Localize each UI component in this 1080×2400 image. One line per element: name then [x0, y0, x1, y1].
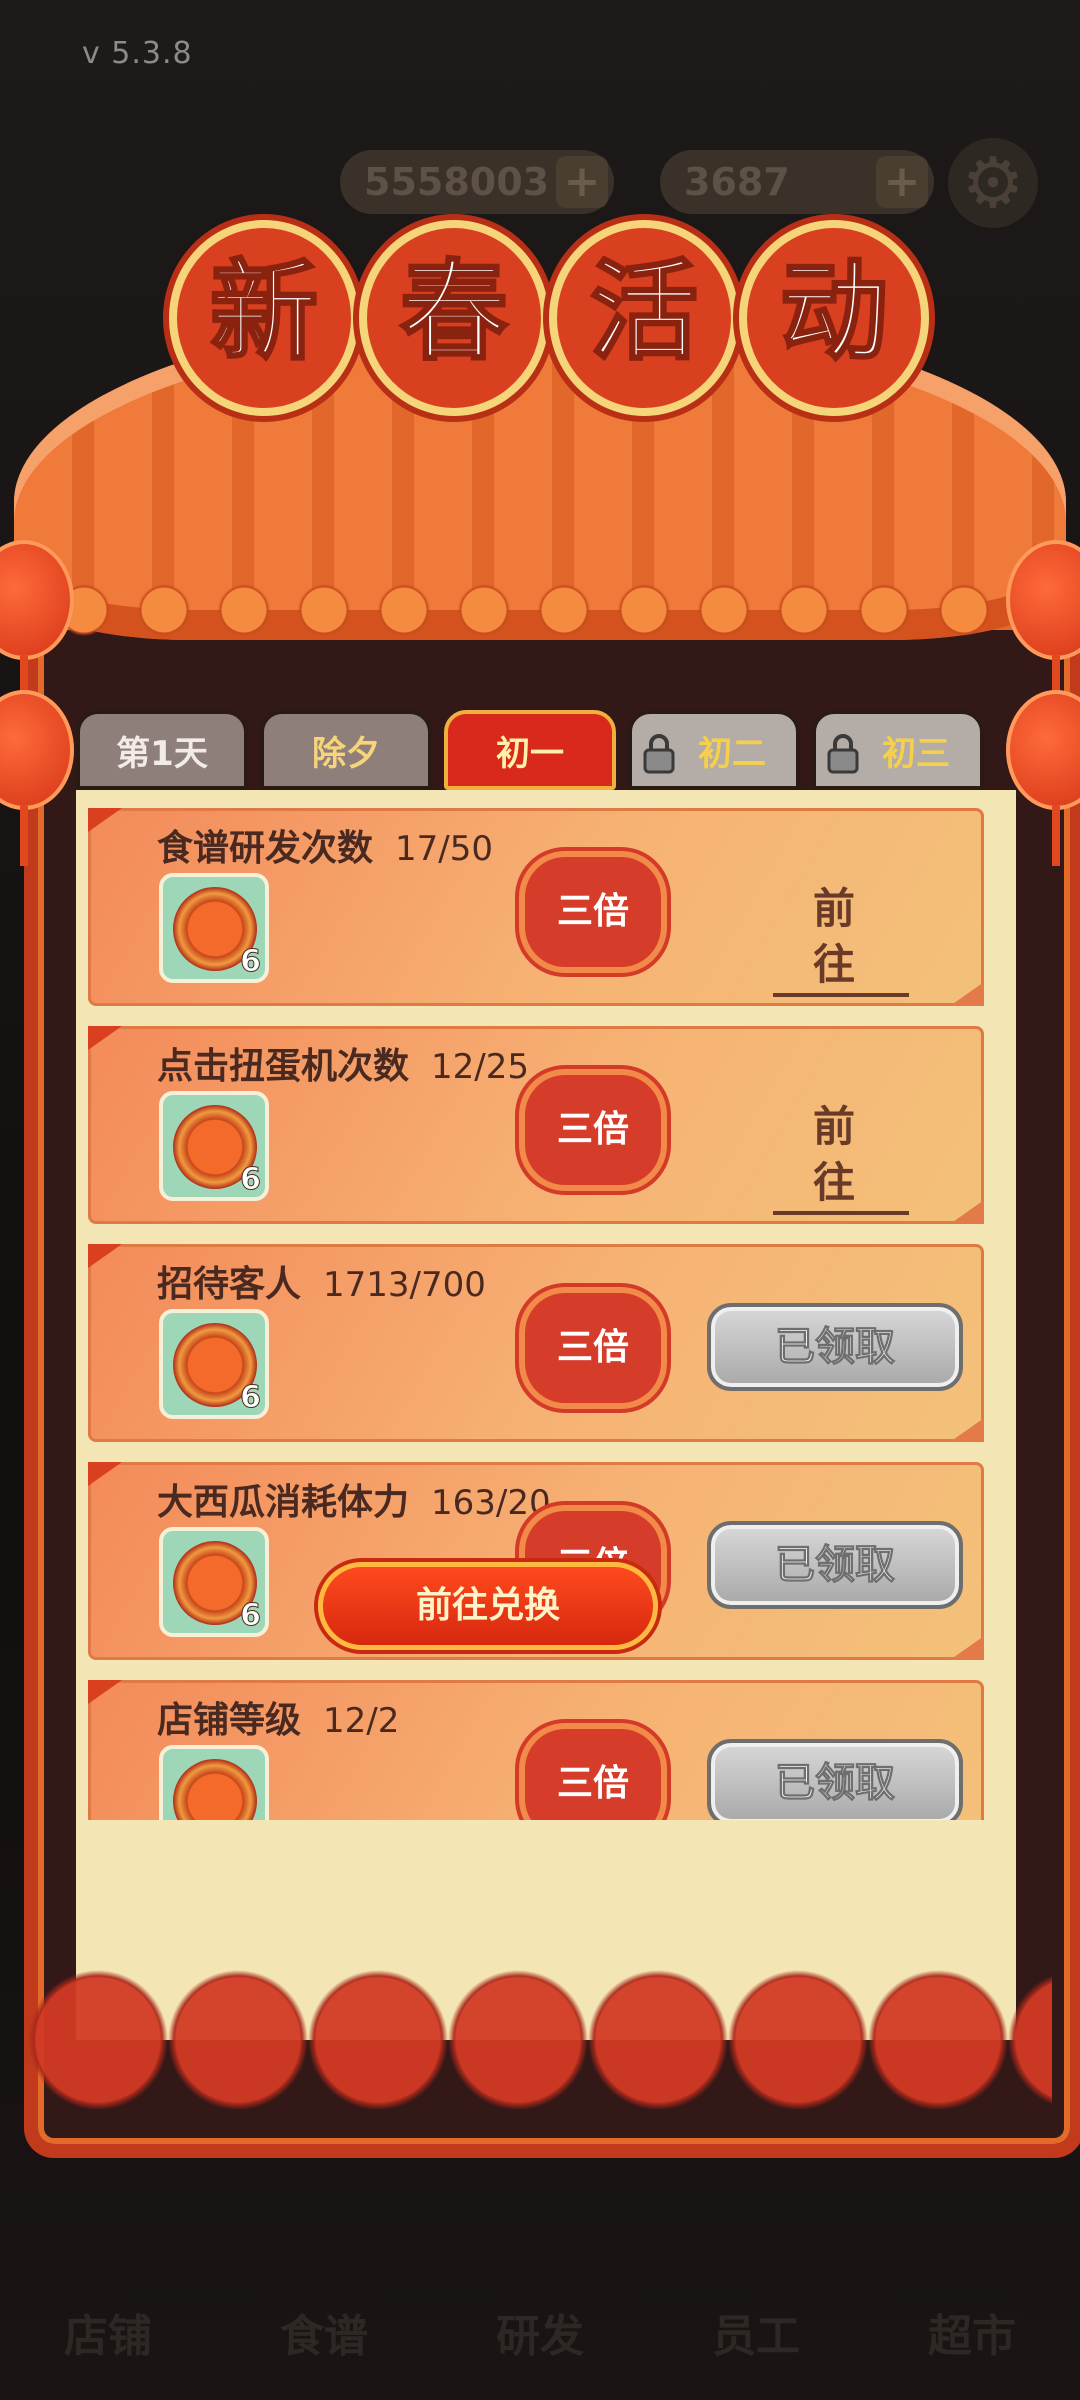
- task-name: 大西瓜消耗体力: [157, 1482, 410, 1523]
- coin-counter: 5558003 +: [340, 150, 614, 214]
- task-name: 店铺等级: [157, 1700, 302, 1741]
- reward-slot: 6: [159, 873, 269, 983]
- day-tabs: 第1天 除夕 初一 初二 初三: [76, 710, 1016, 790]
- title-char-2: 春: [359, 220, 549, 416]
- reward-quantity: 6: [240, 1380, 262, 1416]
- gem-plus-button[interactable]: +: [876, 156, 928, 208]
- task-title: 店铺等级 12/2: [157, 1691, 399, 1743]
- tab-label: 第1天: [116, 734, 208, 774]
- bottom-navigation: 店铺 食谱 研发 员工 超市: [0, 2184, 1080, 2400]
- triple-multiplier-badge: 三倍: [525, 1729, 661, 1820]
- reward-slot: 6: [159, 1527, 269, 1637]
- task-list[interactable]: 食谱研发次数 17/50 6 三倍 前 往 点击扭蛋机次数 12/25 6 三倍 前…: [88, 808, 1004, 1820]
- claimed-button[interactable]: 已领取: [707, 1739, 963, 1820]
- fu-coin-icon: [173, 1759, 257, 1820]
- nav-staff[interactable]: 员工: [656, 2300, 856, 2364]
- roof-tiles-decoration: [54, 580, 1026, 640]
- nav-recipes[interactable]: 食谱: [224, 2300, 424, 2364]
- tab-label: 除夕: [312, 734, 380, 774]
- triple-multiplier-badge: 三倍: [525, 857, 661, 967]
- tab-label: 初一: [496, 734, 564, 774]
- reward-slot: 6: [159, 1309, 269, 1419]
- tab-chusan-locked[interactable]: 初三: [812, 710, 984, 790]
- task-progress: 163/20: [431, 1483, 551, 1523]
- task-row: 食谱研发次数 17/50 6 三倍 前 往: [88, 808, 984, 1006]
- title-char-1: 新: [169, 220, 359, 416]
- task-name: 招待客人: [157, 1264, 302, 1305]
- task-row: 店铺等级 12/2 6 三倍 已领取: [88, 1680, 984, 1820]
- tab-chuyi-active[interactable]: 初一: [444, 710, 616, 790]
- task-progress: 17/50: [395, 829, 493, 869]
- reward-quantity: 6: [240, 1598, 262, 1634]
- claimed-button[interactable]: 已领取: [707, 1521, 963, 1609]
- reward-slot: 6: [159, 1091, 269, 1201]
- triple-multiplier-badge: 三倍: [525, 1075, 661, 1185]
- task-progress: 12/2: [323, 1701, 400, 1741]
- goto-button[interactable]: 前 往: [773, 1099, 909, 1215]
- task-progress: 1713/700: [323, 1265, 486, 1305]
- spring-festival-event-modal: 新 春 活 动 第1天 除夕 初一 初二 初三 食谱研发次数 17/50 6 三倍…: [0, 220, 1080, 2170]
- reward-quantity: 6: [240, 1816, 262, 1821]
- task-title: 招待客人 1713/700: [157, 1255, 486, 1307]
- nav-shop[interactable]: 店铺: [8, 2300, 208, 2364]
- task-name: 点击扭蛋机次数: [157, 1046, 410, 1087]
- lock-icon: [643, 734, 675, 774]
- auspicious-clouds-decoration: [28, 1930, 1052, 2130]
- version-label: v 5.3.8: [82, 36, 193, 71]
- coin-value: 5558003: [364, 160, 550, 204]
- task-name: 食谱研发次数: [157, 828, 374, 869]
- title-char-3: 活: [549, 220, 739, 416]
- gem-value: 3687: [684, 160, 790, 204]
- title-char-4: 动: [739, 220, 929, 416]
- task-content-area: 食谱研发次数 17/50 6 三倍 前 往 点击扭蛋机次数 12/25 6 三倍 前…: [76, 790, 1016, 2040]
- task-title: 点击扭蛋机次数 12/25: [157, 1037, 529, 1089]
- reward-quantity: 6: [240, 944, 262, 980]
- task-row: 点击扭蛋机次数 12/25 6 三倍 前 往: [88, 1026, 984, 1224]
- reward-slot: 6: [159, 1745, 269, 1820]
- tab-chuer-locked[interactable]: 初二: [628, 710, 800, 790]
- tab-new-years-eve[interactable]: 除夕: [260, 710, 432, 790]
- nav-supermarket[interactable]: 超市: [872, 2300, 1072, 2364]
- triple-multiplier-badge: 三倍: [525, 1293, 661, 1403]
- goto-button[interactable]: 前 往: [773, 881, 909, 997]
- event-title: 新 春 活 动: [169, 220, 929, 416]
- reward-quantity: 6: [240, 1162, 262, 1198]
- gem-counter: 3687 +: [660, 150, 934, 214]
- claimed-button[interactable]: 已领取: [707, 1303, 963, 1391]
- tab-label: 初二: [698, 734, 766, 774]
- tab-day-1[interactable]: 第1天: [76, 710, 248, 790]
- settings-gear-icon[interactable]: ⚙: [948, 138, 1038, 228]
- tab-label: 初三: [882, 734, 950, 774]
- coin-plus-button[interactable]: +: [556, 156, 608, 208]
- task-title: 大西瓜消耗体力 163/20: [157, 1473, 551, 1525]
- task-title: 食谱研发次数 17/50: [157, 819, 493, 871]
- task-progress: 12/25: [431, 1047, 529, 1087]
- task-row: 招待客人 1713/700 6 三倍 已领取: [88, 1244, 984, 1442]
- lock-icon: [827, 734, 859, 774]
- nav-research[interactable]: 研发: [440, 2300, 640, 2364]
- go-exchange-button[interactable]: 前往兑换: [318, 1562, 658, 1650]
